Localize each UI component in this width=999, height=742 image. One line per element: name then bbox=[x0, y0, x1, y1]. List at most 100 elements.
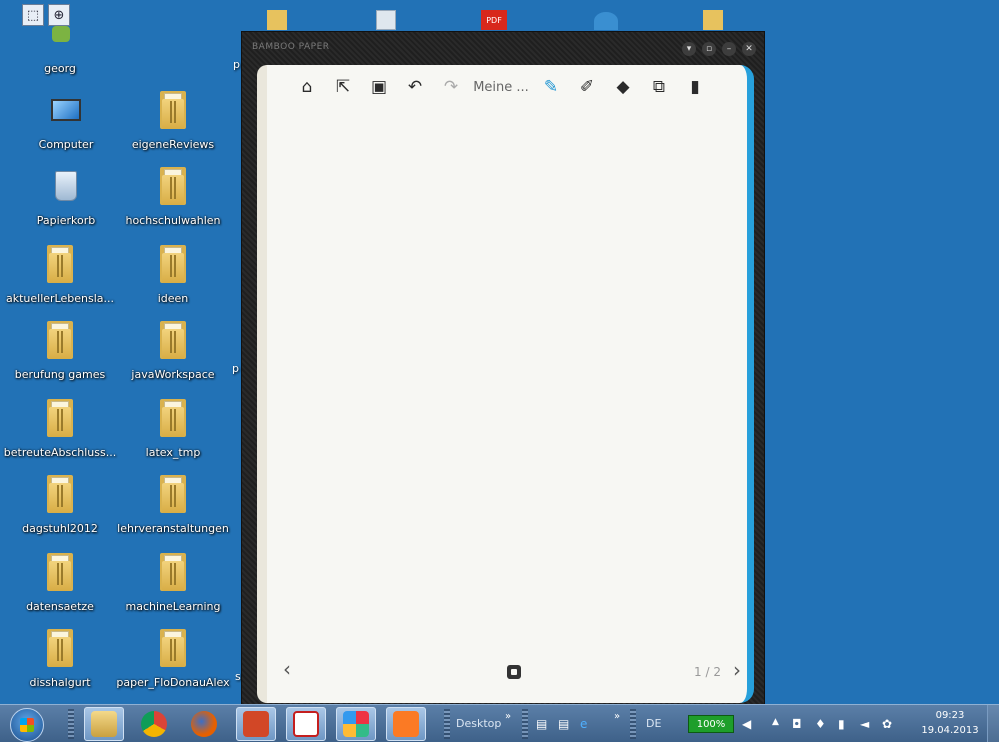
desktop-icon-folder[interactable]: javaWorkspace bbox=[118, 316, 228, 392]
desktop-icon-folder[interactable]: ideen bbox=[118, 240, 228, 316]
battery-indicator[interactable]: 100% bbox=[688, 715, 734, 733]
computer-icon bbox=[46, 86, 86, 134]
redo-icon[interactable]: ↷ bbox=[433, 75, 469, 99]
next-page-button[interactable]: › bbox=[733, 658, 741, 682]
desktop-icon-label: eigeneReviews bbox=[131, 138, 215, 151]
desktop-icon-folder[interactable]: datensaetze bbox=[5, 548, 115, 624]
network-icon[interactable]: ▮ bbox=[838, 717, 845, 731]
pdf-icon[interactable]: PDF bbox=[481, 10, 507, 32]
desktop-icon-folder[interactable]: aktuellerLebensla... bbox=[5, 240, 115, 316]
taskbar-acrobat-button[interactable] bbox=[286, 707, 326, 741]
acrobat-icon bbox=[293, 711, 319, 737]
desktop-icon-folder[interactable]: latex_tmp bbox=[118, 394, 228, 470]
feedback-icon[interactable]: ▾ bbox=[682, 42, 696, 56]
desktop-icon-folder[interactable]: hochschulwahlen bbox=[118, 162, 228, 238]
desktop-icon-georg[interactable]: georg bbox=[5, 20, 115, 96]
folder-icon-clipped[interactable] bbox=[267, 10, 289, 32]
folder-icon bbox=[153, 624, 193, 672]
undo-icon[interactable]: ↶ bbox=[397, 75, 433, 99]
folder-icon bbox=[40, 240, 80, 288]
user-icon bbox=[40, 20, 80, 68]
tray-app-icon[interactable]: ✿ bbox=[882, 717, 892, 731]
desktop-icon-folder[interactable]: berufung games bbox=[5, 316, 115, 392]
desktop-icon-folder[interactable]: betreuteAbschluss... bbox=[3, 394, 117, 470]
page-overview-button[interactable] bbox=[507, 665, 521, 679]
desktop-icon-folder[interactable]: disshalgurt bbox=[5, 624, 115, 700]
taskbar-chrome-button[interactable] bbox=[134, 707, 174, 741]
clock[interactable]: 09:23 19.04.2013 bbox=[918, 708, 982, 738]
toolbar-grip[interactable] bbox=[630, 709, 636, 739]
desktop-icon-label: ideen bbox=[157, 292, 189, 305]
close-icon[interactable]: ✕ bbox=[742, 42, 756, 56]
taskbar: Desktop » ▤ ▤ e » DE 100% ◀ ▲ ◘ ♦ ▮ ◄ ✿ … bbox=[0, 704, 999, 742]
toolbar-grip[interactable] bbox=[522, 709, 528, 739]
quicklaunch-icon[interactable]: ▤ bbox=[536, 717, 547, 731]
recycle-bin-icon bbox=[46, 162, 86, 210]
folder-icon bbox=[153, 316, 193, 364]
desktop-icon-label: paper_FloDonauAlex bbox=[116, 676, 230, 689]
home-icon[interactable]: ⌂ bbox=[289, 75, 325, 99]
firefox-icon bbox=[191, 711, 217, 737]
clock-date: 19.04.2013 bbox=[921, 725, 979, 736]
folder-icon bbox=[153, 162, 193, 210]
desktop-icon-label: datensaetze bbox=[26, 600, 94, 613]
folder-icon bbox=[40, 394, 80, 442]
toolbar-grip[interactable] bbox=[444, 709, 450, 739]
desktop-icon-computer[interactable]: Computer bbox=[11, 86, 121, 162]
xampp-icon bbox=[393, 711, 419, 737]
show-desktop-button[interactable] bbox=[987, 705, 999, 742]
desktop-icon-label: hochschulwahlen bbox=[125, 214, 221, 227]
marker-icon[interactable]: ✐ bbox=[569, 75, 605, 99]
notebook-page[interactable]: ⌂ ⇱ ▣ ↶ ↷ Meine ... ✎ ✐ ◆ ⧉ ▮ ‹ 1 / 2 › bbox=[257, 65, 754, 703]
desktop-icon-label: dagstuhl2012 bbox=[22, 522, 98, 535]
eraser-icon[interactable]: ◆ bbox=[605, 75, 641, 99]
clear-page-icon[interactable]: ⧉ bbox=[641, 75, 677, 99]
folder-icon bbox=[153, 86, 193, 134]
desktop-icon-folder[interactable]: machineLearning bbox=[118, 548, 228, 624]
previous-page-button[interactable]: ‹ bbox=[283, 657, 291, 681]
show-hidden-icons-icon[interactable]: ▲ bbox=[772, 717, 779, 727]
folder-icon bbox=[40, 624, 80, 672]
language-indicator[interactable]: DE bbox=[646, 717, 661, 730]
toolbar-grip[interactable] bbox=[68, 709, 74, 739]
desktop-icon-folder[interactable]: lehrveranstaltungen bbox=[117, 470, 229, 546]
restore-icon[interactable]: ▫ bbox=[702, 42, 716, 56]
desktop-icon-folder[interactable]: dagstuhl2012 bbox=[5, 470, 115, 546]
taskbar-powerpoint-button[interactable] bbox=[236, 707, 276, 741]
tray-app-icon[interactable]: ◘ bbox=[792, 717, 802, 731]
share-icon[interactable]: ⇱ bbox=[325, 75, 361, 99]
folder-icon bbox=[40, 316, 80, 364]
taskbar-bamboo-paper-button[interactable] bbox=[336, 707, 376, 741]
start-button[interactable] bbox=[10, 708, 44, 742]
folder-icon bbox=[153, 548, 193, 596]
pen-icon[interactable]: ✎ bbox=[533, 75, 569, 99]
desktop-icon-label: Papierkorb bbox=[36, 214, 96, 227]
tray-app-icon[interactable]: ♦ bbox=[815, 717, 826, 731]
quicklaunch-icon[interactable]: ▤ bbox=[558, 717, 569, 731]
taskbar-firefox-button[interactable] bbox=[184, 707, 224, 741]
folder-icon-clipped-2[interactable] bbox=[703, 10, 725, 32]
desktop-icon-folder[interactable]: paper_FloDonauAlex bbox=[116, 624, 230, 700]
desktop-icon-folder[interactable]: eigeneReviews bbox=[118, 86, 228, 162]
power-plug-icon[interactable]: ◀ bbox=[742, 717, 751, 731]
desktop-icon-label: betreuteAbschluss... bbox=[3, 446, 117, 459]
desktop-icon-papierkorb[interactable]: Papierkorb bbox=[11, 162, 121, 238]
clipped-label: p bbox=[232, 362, 239, 375]
chevron-right-icon[interactable]: » bbox=[614, 711, 620, 722]
window-controls: ▾ ▫ – ✕ bbox=[682, 42, 756, 56]
desktop-icon-label: machineLearning bbox=[125, 600, 221, 613]
desktop-toolbar-label[interactable]: Desktop bbox=[456, 717, 501, 730]
taskbar-explorer-button[interactable] bbox=[84, 707, 124, 741]
document-icon-clipped[interactable] bbox=[376, 10, 398, 32]
clock-time: 09:23 bbox=[935, 710, 965, 721]
folder-icon bbox=[153, 394, 193, 442]
chevron-right-icon[interactable]: » bbox=[505, 711, 511, 722]
internet-explorer-icon[interactable]: e bbox=[580, 717, 587, 731]
taskbar-xampp-button[interactable] bbox=[386, 707, 426, 741]
volume-icon[interactable]: ◄ bbox=[860, 717, 869, 731]
folder-icon bbox=[153, 240, 193, 288]
minimize-icon[interactable]: – bbox=[722, 42, 736, 56]
bookmark-icon[interactable]: ▮ bbox=[677, 75, 713, 99]
insert-image-icon[interactable]: ▣ bbox=[361, 75, 397, 99]
notebook-name[interactable]: Meine ... bbox=[469, 80, 533, 95]
